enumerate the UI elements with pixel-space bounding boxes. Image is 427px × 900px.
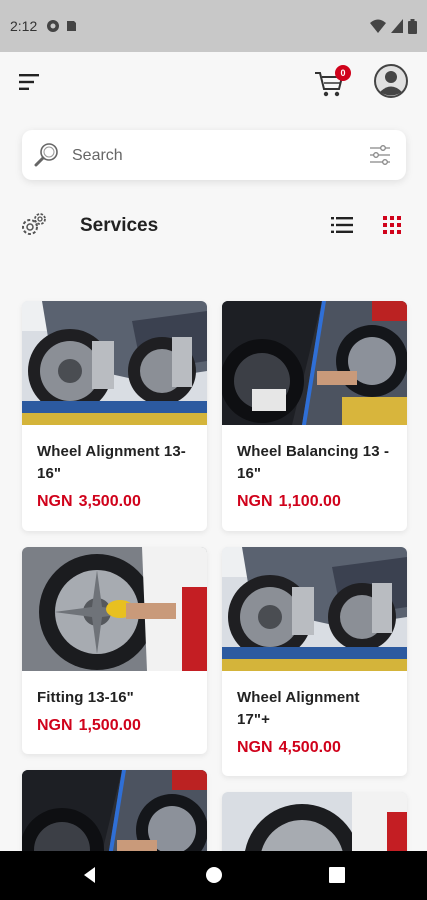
section-header: Services	[0, 205, 427, 249]
price-amount: 4,500.00	[278, 739, 341, 756]
service-image	[222, 301, 407, 425]
recents-icon[interactable]	[327, 865, 347, 885]
wifi-icon	[370, 19, 386, 33]
price-amount: 3,500.00	[78, 493, 141, 510]
search-icon	[34, 143, 58, 167]
service-image	[22, 547, 207, 671]
service-price: NGN 4,500.00	[237, 739, 392, 757]
gears-icon	[22, 213, 46, 235]
service-card[interactable]: Wheel Balancing 13 - 16" NGN 1,100.00	[222, 301, 407, 531]
service-card[interactable]: Wheel Alignment 13-16" NGN 3,500.00	[22, 301, 207, 531]
app-header: 0	[0, 52, 427, 112]
media-icon	[47, 20, 60, 32]
system-nav-bar	[0, 851, 427, 900]
price-amount: 1,500.00	[78, 717, 141, 734]
service-name: Wheel Balancing 13 - 16"	[237, 443, 390, 482]
service-name: Fitting 13-16"	[37, 689, 134, 706]
sd-card-icon	[67, 21, 77, 31]
home-icon[interactable]	[204, 865, 224, 885]
service-image	[22, 301, 207, 425]
price-currency: NGN	[37, 493, 73, 510]
price-currency: NGN	[237, 739, 273, 756]
cart-button[interactable]: 0	[313, 64, 351, 100]
service-card[interactable]: Wheel Alignment 17"+ NGN 4,500.00	[222, 547, 407, 776]
service-price: NGN 1,500.00	[37, 717, 192, 735]
service-price: NGN 1,100.00	[237, 493, 392, 511]
price-amount: 1,100.00	[278, 493, 341, 510]
search-bar	[22, 130, 406, 180]
signal-icon	[391, 19, 403, 33]
section-title: Services	[80, 215, 159, 236]
service-price: NGN 3,500.00	[37, 493, 192, 511]
filter-icon[interactable]	[368, 143, 392, 167]
service-name: Wheel Alignment 13-16"	[37, 443, 186, 482]
menu-icon[interactable]	[18, 72, 42, 92]
grid-view-icon[interactable]	[382, 215, 402, 235]
profile-icon[interactable]	[374, 64, 408, 98]
service-name: Wheel Alignment 17"+	[237, 689, 360, 728]
status-bar: 2:12	[0, 0, 427, 52]
price-currency: NGN	[37, 717, 73, 734]
service-card[interactable]: Fitting 13-16" NGN 1,500.00	[22, 547, 207, 754]
battery-icon	[408, 18, 417, 34]
search-input[interactable]	[70, 140, 354, 172]
service-image	[222, 547, 407, 671]
cart-count-badge: 0	[335, 65, 351, 81]
price-currency: NGN	[237, 493, 273, 510]
list-view-icon[interactable]	[331, 215, 353, 235]
status-time: 2:12	[10, 18, 38, 34]
back-icon[interactable]	[80, 865, 100, 885]
